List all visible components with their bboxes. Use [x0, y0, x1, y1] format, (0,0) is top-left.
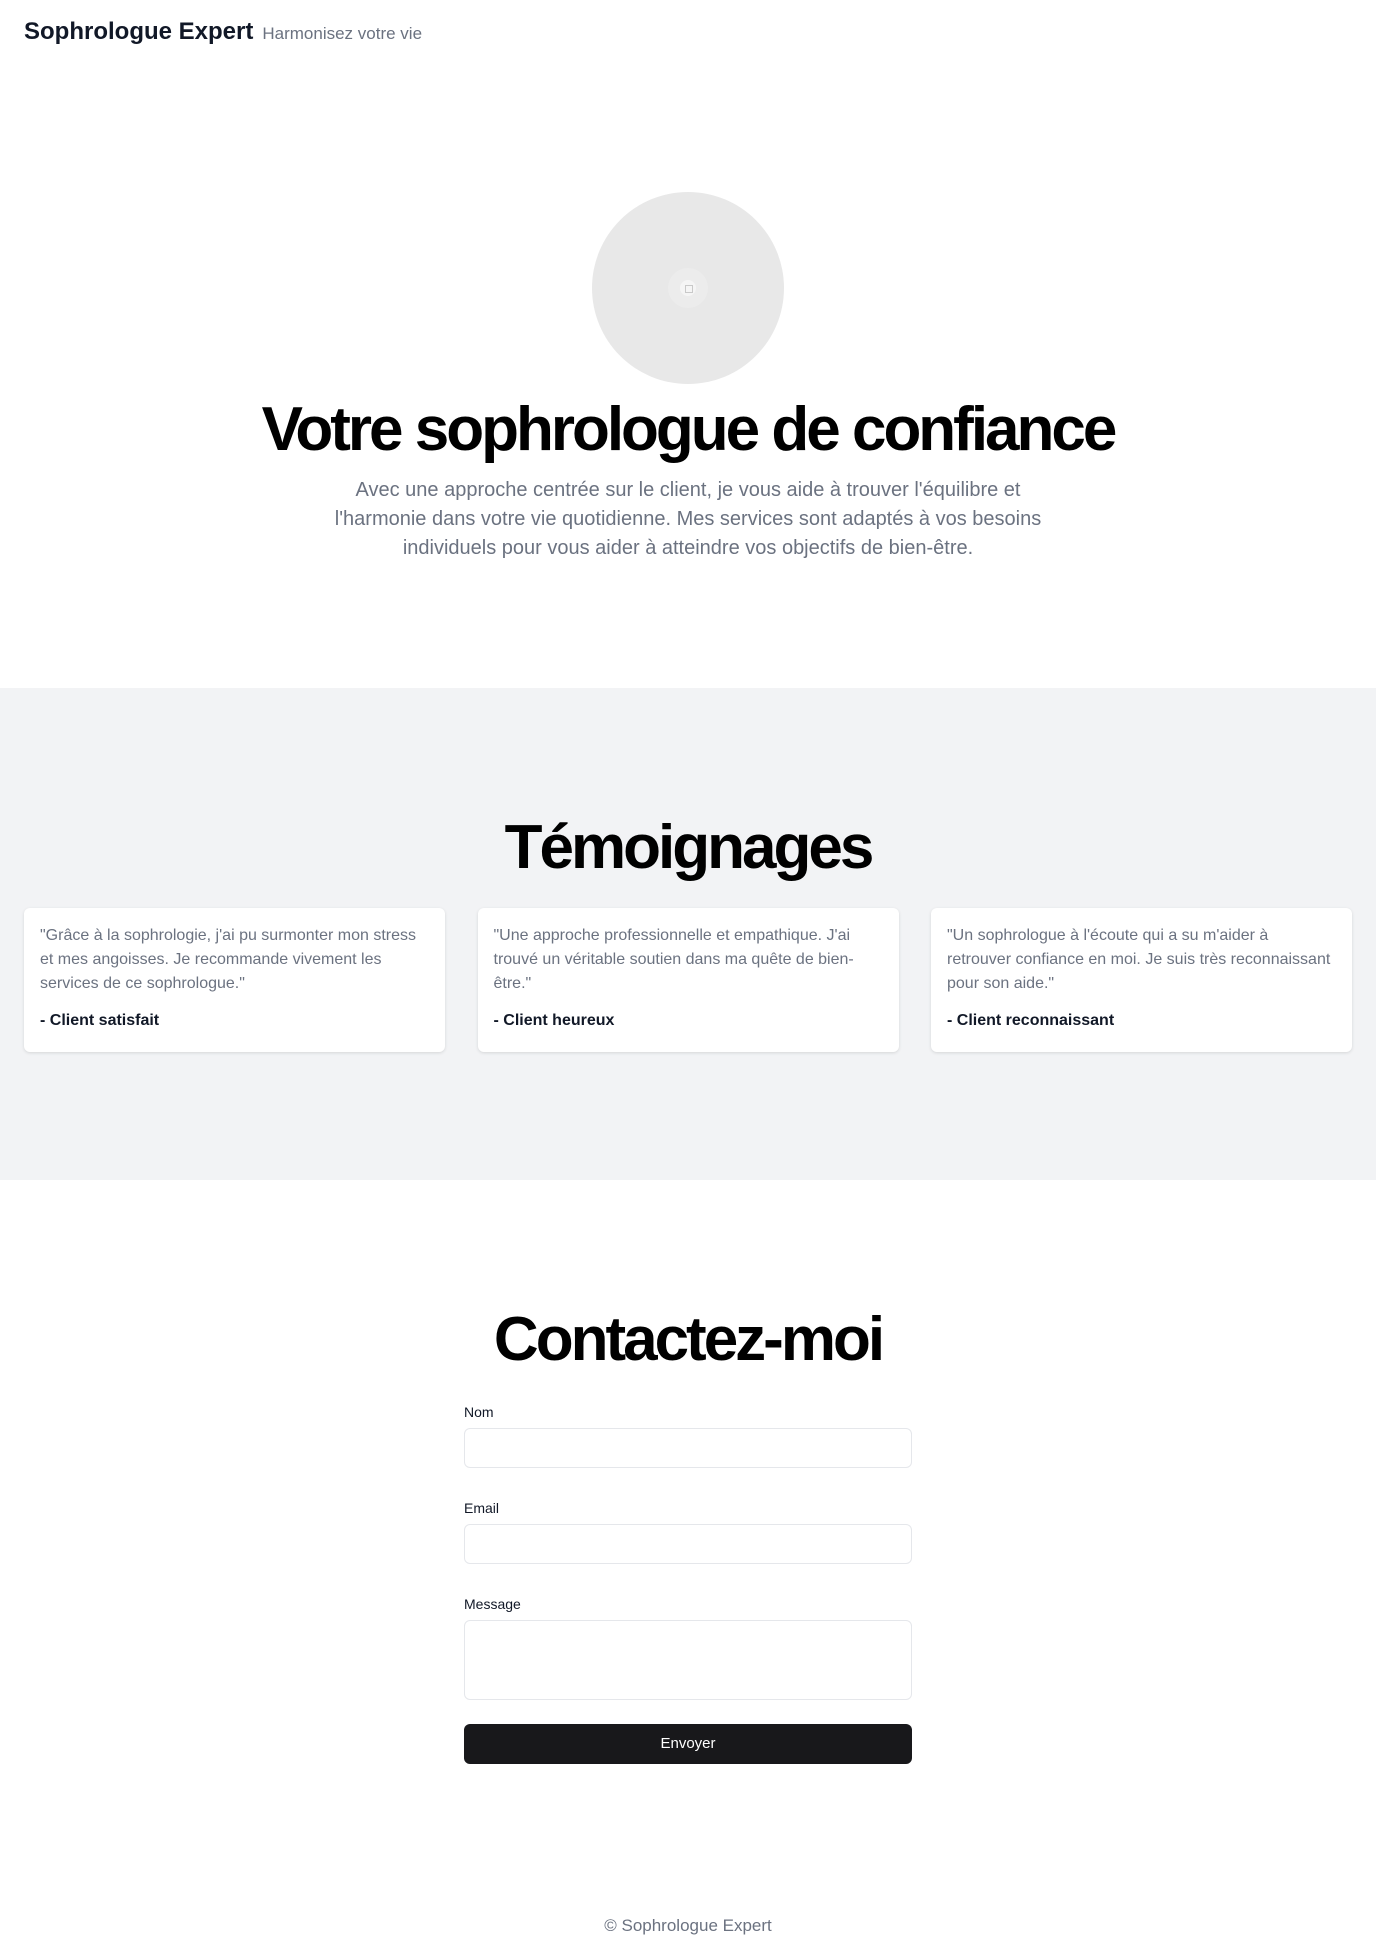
testimonial-card: "Grâce à la sophrologie, j'ai pu surmont…	[24, 908, 445, 1052]
name-field[interactable]	[464, 1428, 912, 1468]
testimonials-list: "Grâce à la sophrologie, j'ai pu surmont…	[24, 908, 1352, 1052]
testimonials-section: Témoignages "Grâce à la sophrologie, j'a…	[0, 688, 1376, 1180]
hero-title: Votre sophrologue de confiance	[261, 395, 1118, 464]
testimonial-quote: "Une approche professionnelle et empathi…	[493, 927, 854, 992]
testimonial-author: - Client satisfait	[40, 1012, 160, 1029]
site-tagline: Harmonisez votre vie	[262, 23, 423, 43]
testimonial-author: - Client reconnaissant	[947, 1012, 1115, 1029]
testimonials-title: Témoignages	[504, 813, 875, 882]
site-brand[interactable]: Sophrologue Expert	[24, 18, 253, 46]
testimonial-card: "Une approche professionnelle et empathi…	[477, 908, 899, 1052]
testimonial-quote: "Un sophrologue à l'écoute qui a su m'ai…	[947, 927, 1331, 992]
message-field[interactable]	[464, 1620, 912, 1700]
submit-button[interactable]: Envoyer	[464, 1724, 912, 1764]
footer-copyright: © Sophrologue Expert	[604, 1916, 772, 1935]
testimonial-quote: "Grâce à la sophrologie, j'ai pu surmont…	[40, 927, 417, 992]
site-footer: © Sophrologue Expert	[0, 1916, 1376, 1936]
email-field[interactable]	[464, 1524, 912, 1564]
name-label: Nom	[464, 1404, 494, 1420]
image-placeholder-icon	[668, 268, 708, 308]
message-label: Message	[464, 1596, 521, 1612]
contact-section: Contactez-moi Nom Email Message Envoyer	[0, 1180, 1376, 1860]
hero-description: Avec une approche centrée sur le client,…	[334, 479, 1042, 559]
hero-section: Votre sophrologue de confiance Avec une …	[0, 64, 1376, 688]
email-label: Email	[464, 1500, 500, 1516]
testimonial-card: "Un sophrologue à l'écoute qui a su m'ai…	[931, 908, 1352, 1052]
site-header: Sophrologue Expert Harmonisez votre vie	[0, 0, 1376, 64]
contact-title: Contactez-moi	[493, 1305, 885, 1374]
contact-form: Nom Email Message Envoyer	[464, 1402, 912, 1764]
testimonial-author: - Client heureux	[493, 1012, 615, 1029]
profile-avatar	[592, 192, 784, 384]
